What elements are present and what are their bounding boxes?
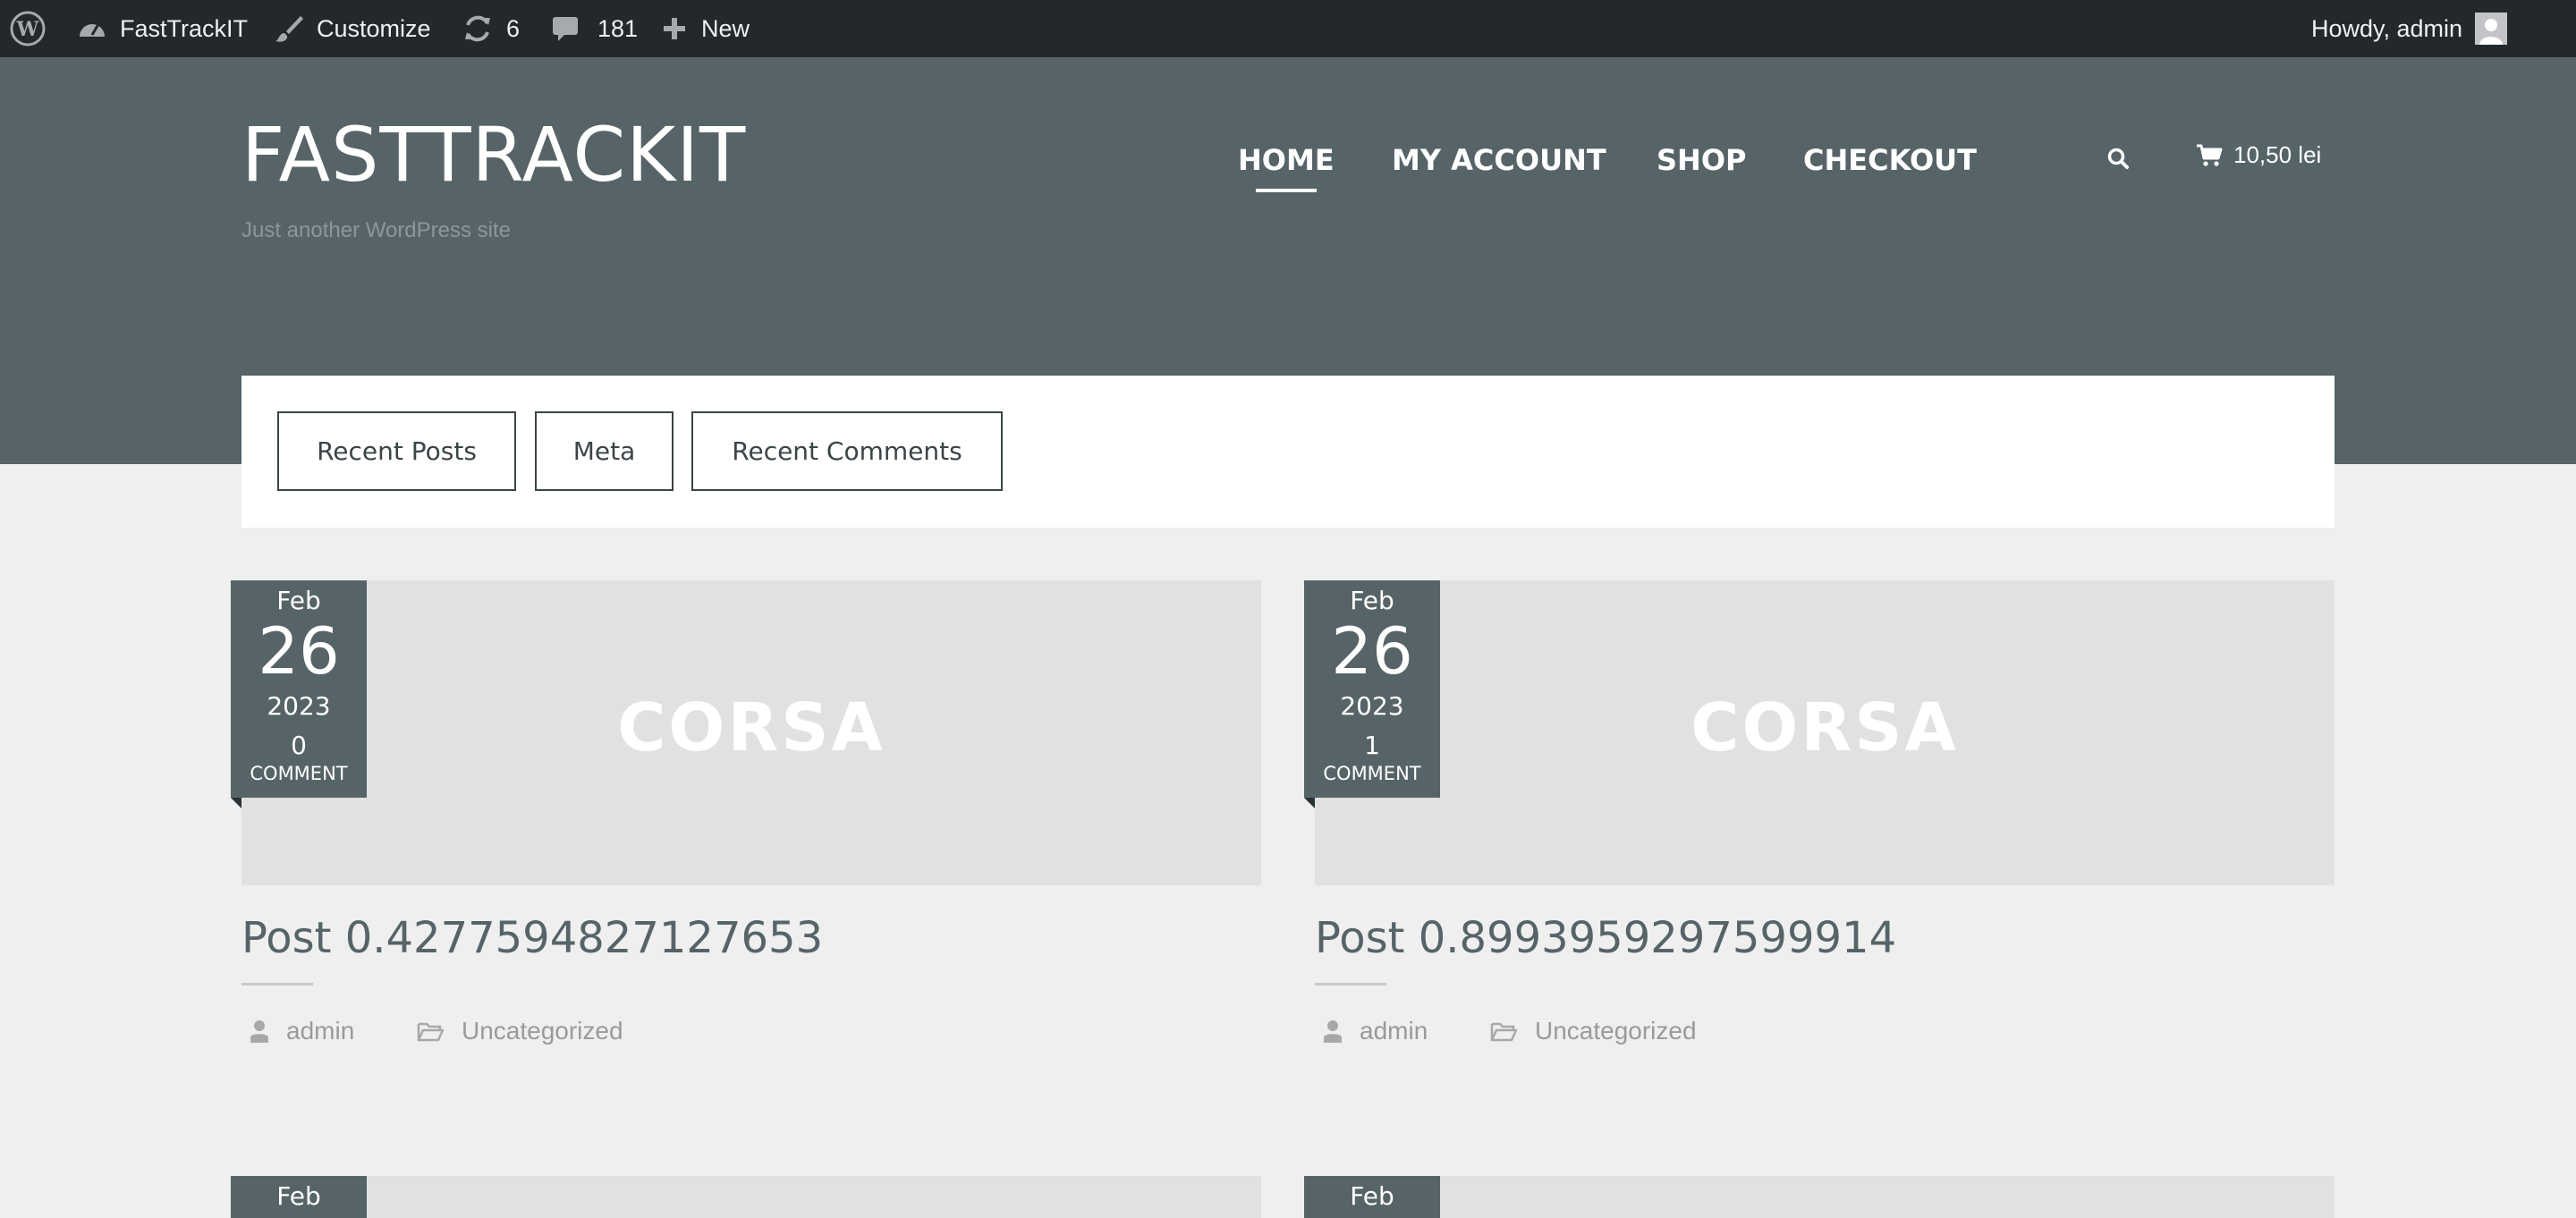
date-day: 26 xyxy=(258,613,340,689)
admin-bar: W FastTrackIT Customize 6 181 New Howdy,… xyxy=(0,0,2576,57)
updates-icon xyxy=(462,13,494,45)
admin-bar-site-name[interactable]: FastTrackIT xyxy=(77,0,248,57)
widget-tabs-panel: Recent Posts Meta Recent Comments xyxy=(242,376,2334,528)
date-month: Feb xyxy=(1350,1181,1394,1211)
post-thumbnail[interactable]: CORSA xyxy=(242,580,1261,885)
site-tagline: Just another WordPress site xyxy=(242,218,512,242)
category-name: Uncategorized xyxy=(1535,1017,1697,1045)
tab-recent-posts[interactable]: Recent Posts xyxy=(277,411,516,491)
admin-bar-new[interactable]: New xyxy=(662,0,750,57)
date-month: Feb xyxy=(1350,586,1394,615)
post-author[interactable]: admin xyxy=(1324,1017,1428,1045)
avatar xyxy=(2475,13,2508,45)
date-month: Feb xyxy=(276,586,321,615)
post-card: Feb xyxy=(1304,1176,2334,1218)
user-icon xyxy=(1324,1020,1342,1043)
post-date-badge: Feb 26 2023 1 COMMENT xyxy=(1304,580,1440,798)
folder-icon xyxy=(1490,1022,1517,1042)
post-category[interactable]: Uncategorized xyxy=(417,1017,623,1045)
search-icon[interactable] xyxy=(2106,147,2130,174)
date-year: 2023 xyxy=(1340,691,1404,721)
date-day: 26 xyxy=(1331,613,1413,689)
user-icon xyxy=(250,1020,268,1043)
title-divider xyxy=(1315,983,1386,985)
site-name-label: FastTrackIT xyxy=(120,14,249,42)
post-date-badge: Feb xyxy=(1304,1176,1440,1218)
nav-my-account[interactable]: MY ACCOUNT xyxy=(1392,143,1606,177)
dashboard-icon xyxy=(77,15,107,42)
date-month: Feb xyxy=(276,1181,321,1211)
admin-bar-account[interactable]: Howdy, admin xyxy=(2311,0,2508,57)
post-author[interactable]: admin xyxy=(250,1017,354,1045)
date-badge-fold xyxy=(1304,798,1315,808)
post-card: Feb xyxy=(231,1176,1261,1218)
post-category[interactable]: Uncategorized xyxy=(1490,1017,1697,1045)
comment-bubble-icon xyxy=(551,14,580,43)
admin-bar-updates[interactable]: 6 xyxy=(462,0,520,57)
tab-meta[interactable]: Meta xyxy=(535,411,674,491)
folder-icon xyxy=(417,1022,444,1042)
author-name: admin xyxy=(1360,1017,1428,1045)
post-date-badge: Feb 26 2023 0 COMMENT xyxy=(231,580,367,798)
title-divider xyxy=(242,983,313,985)
post-thumbnail[interactable]: CORSA xyxy=(1315,580,2334,885)
thumbnail-label: CORSA xyxy=(617,689,886,766)
comments-count: 181 xyxy=(597,14,639,42)
nav-active-indicator xyxy=(1256,189,1317,192)
site-title[interactable]: FASTTRACKIT xyxy=(242,111,746,199)
nav-shop[interactable]: SHOP xyxy=(1657,143,1746,177)
thumbnail-label: CORSA xyxy=(1690,689,1959,766)
date-year: 2023 xyxy=(267,691,331,721)
cart-total: 10,50 lei xyxy=(2233,141,2322,168)
new-label: New xyxy=(701,14,750,42)
comment-label: COMMENT xyxy=(1323,763,1421,784)
post-date-badge: Feb xyxy=(231,1176,367,1218)
plus-icon xyxy=(662,16,687,41)
brush-icon xyxy=(274,13,304,44)
cart-link[interactable]: 10,50 lei xyxy=(2196,141,2321,169)
svg-text:W: W xyxy=(16,18,39,41)
comment-label: COMMENT xyxy=(250,763,348,784)
updates-count: 6 xyxy=(506,14,521,42)
date-badge-fold xyxy=(231,798,242,808)
customize-label: Customize xyxy=(317,14,431,42)
post-title[interactable]: Post 0.8993959297599914 xyxy=(1315,913,1896,963)
author-name: admin xyxy=(286,1017,355,1045)
comment-count[interactable]: 1 xyxy=(1304,731,1440,760)
comment-count[interactable]: 0 xyxy=(231,731,367,760)
wordpress-logo-icon[interactable]: W xyxy=(9,0,47,57)
howdy-label: Howdy, admin xyxy=(2311,14,2463,42)
nav-checkout[interactable]: CHECKOUT xyxy=(1803,143,1977,177)
category-name: Uncategorized xyxy=(462,1017,623,1045)
tab-recent-comments[interactable]: Recent Comments xyxy=(691,411,1003,491)
cart-icon xyxy=(2197,144,2223,166)
admin-bar-comments[interactable]: 181 xyxy=(551,0,638,57)
post-title[interactable]: Post 0.4277594827127653 xyxy=(242,913,823,963)
nav-home[interactable]: HOME xyxy=(1238,143,1335,177)
admin-bar-customize[interactable]: Customize xyxy=(274,0,431,57)
